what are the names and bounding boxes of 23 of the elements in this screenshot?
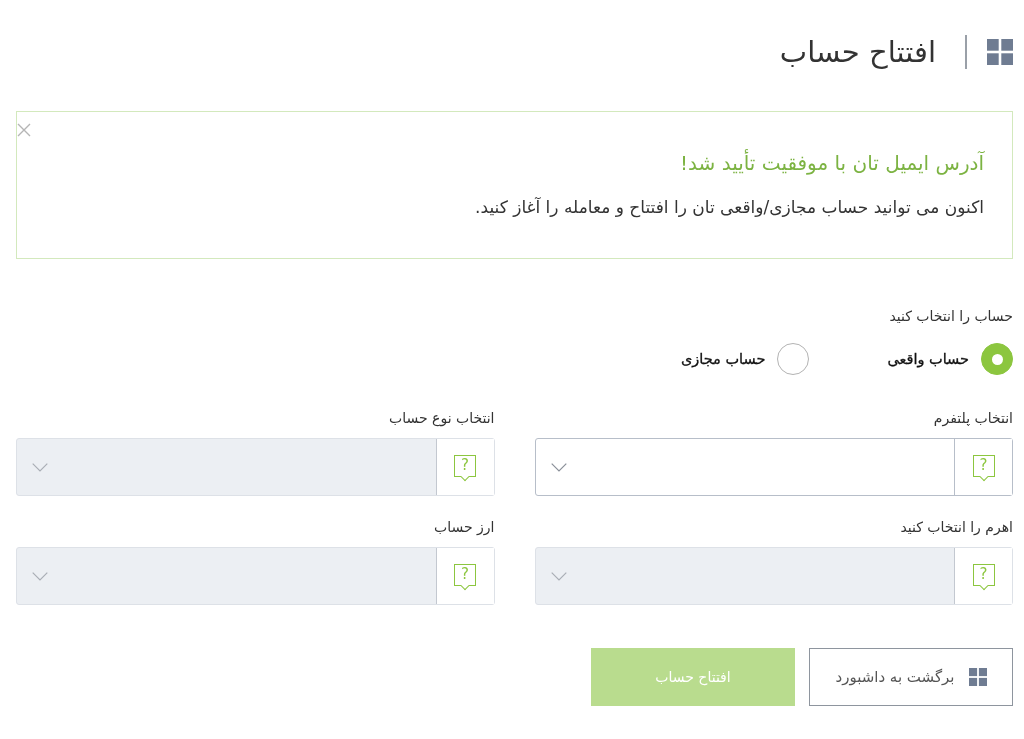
field-label: اهرم را انتخاب کنید bbox=[899, 518, 1013, 536]
radio-label[interactable]: حساب مجازی bbox=[680, 351, 766, 367]
radio-label[interactable]: حساب واقعی bbox=[887, 351, 969, 367]
chevron-down-icon bbox=[32, 571, 48, 581]
field-label: ارز حساب bbox=[433, 518, 495, 536]
help-button[interactable]: ? bbox=[954, 439, 1012, 495]
field-label: انتخاب پلتفرم bbox=[932, 409, 1013, 427]
page-title: افتتاح حساب bbox=[779, 34, 936, 71]
grid-icon bbox=[987, 39, 1013, 65]
close-icon bbox=[17, 123, 31, 137]
section-label: حساب را انتخاب کنید bbox=[888, 307, 1013, 325]
field-label: انتخاب نوع حساب bbox=[388, 409, 495, 427]
alert-title: آدرس ایمیل تان با موفقیت تأیید شد! bbox=[679, 150, 984, 176]
radio-button[interactable] bbox=[777, 343, 810, 375]
chevron-down-icon bbox=[550, 571, 567, 581]
chevron-down-icon bbox=[550, 462, 567, 472]
grid-icon bbox=[968, 668, 987, 686]
radio-button[interactable] bbox=[981, 343, 1013, 375]
close-button[interactable] bbox=[17, 123, 31, 137]
back-to-dashboard-button[interactable]: برگشت به داشبورد bbox=[809, 648, 1013, 706]
chevron-down-icon bbox=[32, 462, 48, 472]
select-field[interactable]: ? bbox=[534, 438, 1013, 496]
alert-message: اکنون می توانید حساب مجازی/واقعی تان را افتتاح و معامله را آغاز کنید. bbox=[474, 196, 984, 219]
